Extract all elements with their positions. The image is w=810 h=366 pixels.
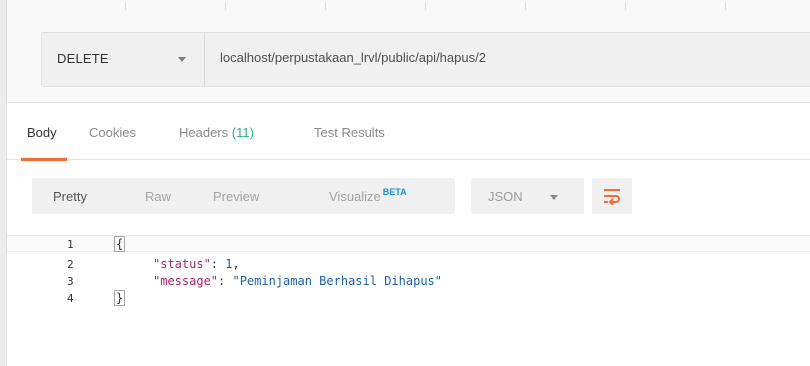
chevron-down-icon xyxy=(178,57,186,62)
tab-strip-remnant xyxy=(7,0,810,12)
open-brace: { xyxy=(114,236,126,252)
response-toolbar: Pretty Raw Preview Visualize BETA JSON xyxy=(7,161,810,231)
line-number: 1 xyxy=(67,238,74,251)
line-number: 2 xyxy=(67,258,74,271)
method-select[interactable]: DELETE xyxy=(42,33,205,86)
request-area: DELETE xyxy=(7,0,810,103)
message-value: "Peminjaman Berhasil Dihapus" xyxy=(232,274,442,288)
tab-cookies[interactable]: Cookies xyxy=(89,125,136,140)
visualize-label: Visualize xyxy=(329,189,381,204)
request-url-bar: DELETE xyxy=(41,32,810,87)
tab-body[interactable]: Body xyxy=(27,125,57,140)
raw-button[interactable]: Raw xyxy=(145,189,171,204)
message-key: "message" xyxy=(153,274,219,288)
message-pair: "message": "Peminjaman Berhasil Dihapus" xyxy=(153,274,442,288)
code-line: 3 "message": "Peminjaman Berhasil Dihapu… xyxy=(7,273,810,290)
visualize-button[interactable]: Visualize BETA xyxy=(329,187,407,204)
status-pair: "status": 1, xyxy=(153,257,240,271)
headers-count-badge: (11) xyxy=(231,125,254,140)
line-number: 4 xyxy=(67,292,74,305)
code-line: 2 "status": 1, xyxy=(7,256,810,273)
response-tabs: Body Cookies Headers (11) Test Results xyxy=(7,103,810,161)
pretty-button[interactable]: Pretty xyxy=(53,189,87,204)
format-options: Pretty Raw Preview Visualize BETA xyxy=(32,178,455,214)
preview-button[interactable]: Preview xyxy=(213,189,259,204)
code-line: 4 } xyxy=(7,290,810,307)
left-panel-edge xyxy=(0,0,7,366)
line-number: 3 xyxy=(67,275,74,288)
response-body-viewer[interactable]: 1 { 2 "status": 1, 3 "message": "Peminja… xyxy=(7,232,810,322)
url-input[interactable] xyxy=(220,50,800,65)
beta-badge: BETA xyxy=(382,187,407,197)
tab-headers[interactable]: Headers (11) xyxy=(179,125,254,140)
code-line: 1 { xyxy=(7,235,810,252)
wrap-lines-icon xyxy=(604,189,620,205)
chevron-down-icon xyxy=(550,195,558,200)
language-select[interactable]: JSON xyxy=(471,178,584,214)
method-label: DELETE xyxy=(57,51,109,66)
tab-headers-label: Headers xyxy=(179,125,229,140)
tab-test-results[interactable]: Test Results xyxy=(314,125,385,140)
close-brace: } xyxy=(114,290,126,306)
status-key: "status" xyxy=(153,257,211,271)
wrap-lines-button[interactable] xyxy=(592,178,632,214)
language-label: JSON xyxy=(488,189,523,204)
